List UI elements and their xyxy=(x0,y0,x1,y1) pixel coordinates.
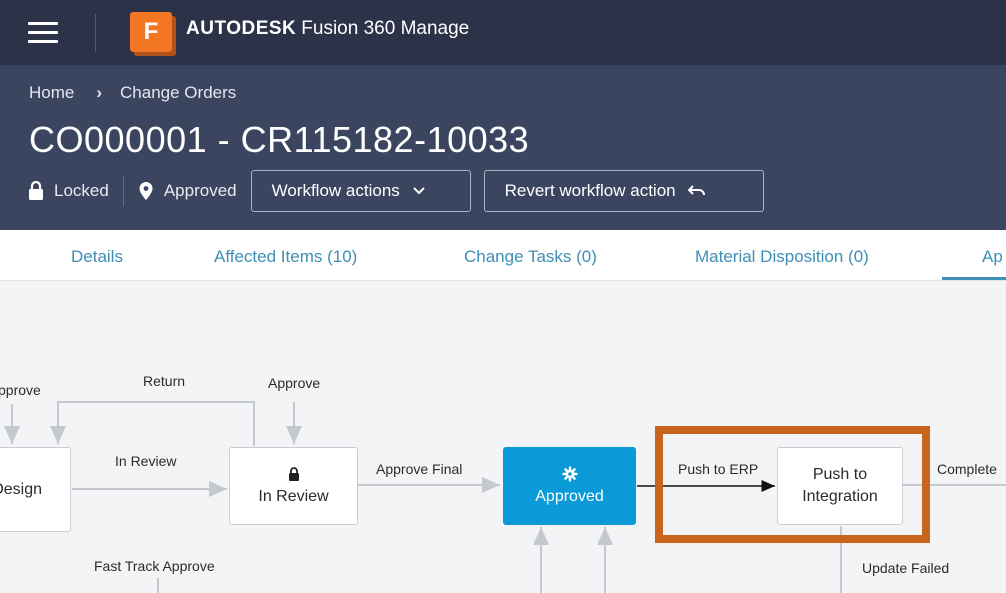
transition-approve-final[interactable]: Approve Final xyxy=(376,461,462,477)
state-in-review-label: In Review xyxy=(258,487,329,505)
transition-return[interactable]: Return xyxy=(143,373,185,389)
tab-change-tasks[interactable]: Change Tasks (0) xyxy=(464,247,597,267)
lock-status-label: Locked xyxy=(54,181,109,200)
revert-workflow-action-button[interactable]: Revert workflow action xyxy=(483,170,764,212)
brand-product: Fusion 360 Manage xyxy=(301,18,470,39)
tab-details[interactable]: Details xyxy=(71,247,123,267)
transition-complete[interactable]: Complete xyxy=(937,461,997,477)
brand-bold: AUTODESK xyxy=(186,18,297,39)
highlight-box xyxy=(655,426,930,543)
workflow-state: Approved xyxy=(138,181,237,201)
transition-in-review[interactable]: In Review xyxy=(115,453,176,469)
status-row: Locked Approved Workflow actions Revert … xyxy=(28,169,764,213)
gear-icon xyxy=(561,466,578,482)
tab-approvals[interactable]: Ap xyxy=(942,247,1006,280)
top-bar: F AUTODESK Fusion 360 Manage xyxy=(0,0,1006,65)
lock-status: Locked xyxy=(28,181,109,201)
connector-return xyxy=(50,401,255,446)
workflow-state-label: Approved xyxy=(163,181,237,200)
state-approved[interactable]: Approved xyxy=(503,447,636,525)
tab-affected-items[interactable]: Affected Items (10) xyxy=(214,247,357,267)
revert-workflow-label: Revert workflow action xyxy=(504,181,676,200)
lock-icon xyxy=(288,466,299,481)
state-design-label: Design xyxy=(0,480,42,498)
workflow-actions-label: Workflow actions xyxy=(271,181,400,200)
breadcrumb-home[interactable]: Home xyxy=(29,83,74,103)
fusion-logo: F xyxy=(130,12,172,52)
undo-icon xyxy=(687,185,705,196)
workflow-diagram: pprove Return Approve In Review Approve … xyxy=(0,281,1006,593)
transition-approve[interactable]: Approve xyxy=(268,375,320,391)
state-design[interactable]: Design xyxy=(0,447,71,532)
record-tabs: Details Affected Items (10) Change Tasks… xyxy=(0,230,1006,281)
chevron-right-icon: › xyxy=(96,83,103,102)
state-in-review[interactable]: In Review xyxy=(229,447,358,525)
transition-update-failed[interactable]: Update Failed xyxy=(862,560,949,576)
hamburger-menu-icon[interactable] xyxy=(28,22,58,44)
transition-fast-track-approve[interactable]: Fast Track Approve xyxy=(94,558,215,574)
workflow-actions-button[interactable]: Workflow actions xyxy=(250,170,471,212)
chevron-down-icon xyxy=(413,187,425,195)
breadcrumb-change-orders[interactable]: Change Orders xyxy=(120,83,236,103)
topbar-divider xyxy=(95,14,96,52)
tab-material-disposition[interactable]: Material Disposition (0) xyxy=(695,247,869,267)
record-header: Home › Change Orders CO000001 - CR115182… xyxy=(0,65,1006,230)
breadcrumb: Home › Change Orders xyxy=(29,83,236,103)
brand-name: AUTODESK Fusion 360 Manage xyxy=(186,18,469,40)
page-title: CO000001 - CR115182-10033 xyxy=(29,119,530,160)
state-approved-label: Approved xyxy=(535,488,604,505)
lock-icon xyxy=(29,181,43,200)
status-divider xyxy=(122,176,124,206)
location-pin-icon xyxy=(139,182,153,200)
transition-approve-left[interactable]: pprove xyxy=(0,382,41,398)
